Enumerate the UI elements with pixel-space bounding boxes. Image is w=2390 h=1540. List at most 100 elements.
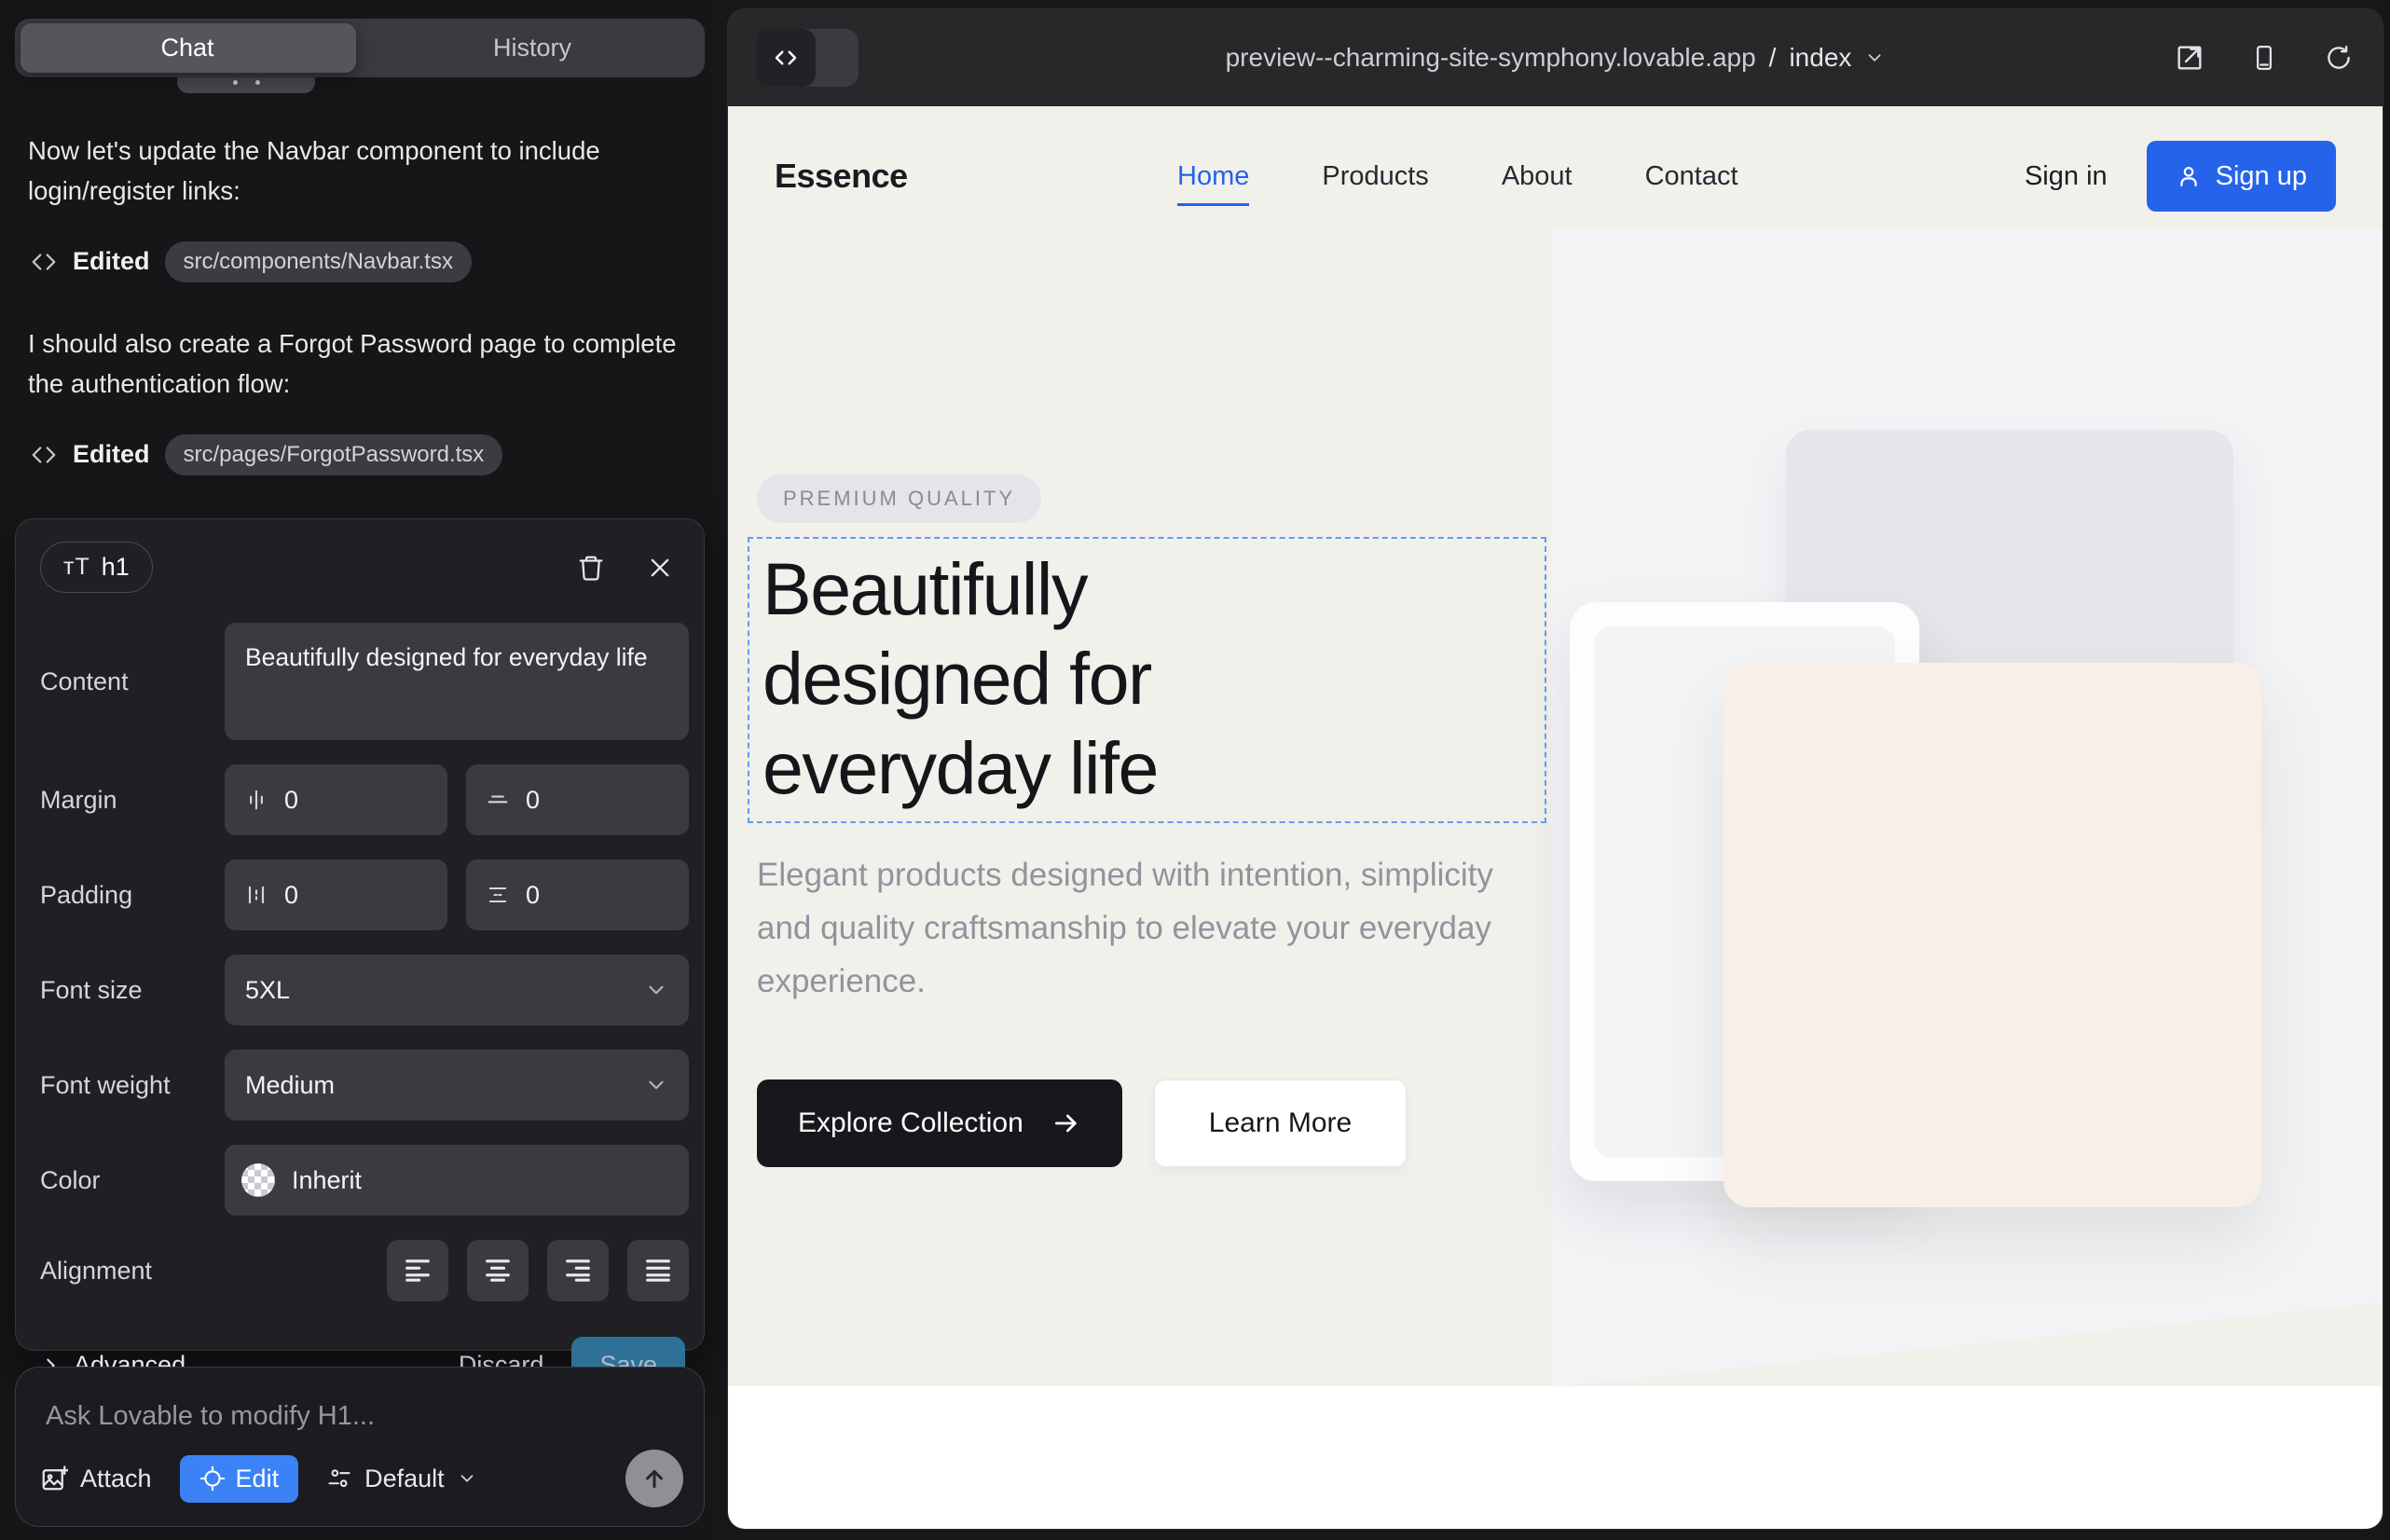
- composer-placeholder: Ask Lovable to modify H1...: [46, 1401, 375, 1432]
- hero-description: Elegant products designed with intention…: [757, 848, 1503, 1008]
- decorative-rectangle-cream: [1724, 663, 2261, 1207]
- font-weight-label: Font weight: [40, 1071, 225, 1100]
- preview-url[interactable]: preview--charming-site-symphony.lovable.…: [1226, 43, 1886, 73]
- assistant-message: Now let's update the Navbar component to…: [28, 131, 686, 212]
- color-label: Color: [40, 1166, 225, 1195]
- delete-element-button[interactable]: [575, 552, 607, 584]
- element-editor-panel: тT h1 Content Beautifully designed for e…: [15, 518, 705, 1351]
- align-justify-icon: [644, 1258, 672, 1284]
- chat-composer[interactable]: Ask Lovable to modify H1... Attach Edit …: [15, 1367, 705, 1527]
- attach-button[interactable]: Attach: [40, 1464, 152, 1493]
- learn-more-button[interactable]: Learn More: [1154, 1079, 1407, 1167]
- close-editor-button[interactable]: [644, 552, 676, 584]
- alignment-label: Alignment: [40, 1257, 225, 1286]
- element-tag-pill[interactable]: тT h1: [40, 542, 153, 593]
- nav-link-products[interactable]: Products: [1322, 161, 1428, 192]
- sign-up-button[interactable]: Sign up: [2147, 141, 2336, 212]
- tab-chat[interactable]: Chat: [15, 19, 360, 77]
- edited-label: Edited: [73, 247, 150, 276]
- lovable-app: Chat History Now let's update the Navbar…: [0, 0, 2390, 1540]
- margin-x-input[interactable]: 0: [225, 764, 447, 835]
- code-icon: [772, 44, 800, 72]
- mobile-view-button[interactable]: [2248, 42, 2280, 74]
- edit-mode-button[interactable]: Edit: [180, 1455, 299, 1503]
- type-icon: тT: [63, 554, 90, 581]
- font-size-label: Font size: [40, 976, 225, 1005]
- align-left-icon: [404, 1258, 432, 1284]
- tab-history[interactable]: History: [360, 19, 705, 77]
- nav-link-home[interactable]: Home: [1177, 161, 1249, 206]
- padding-y-input[interactable]: 0: [466, 859, 689, 930]
- premium-quality-badge: PREMIUM QUALITY: [757, 474, 1041, 523]
- url-path: index: [1789, 43, 1851, 73]
- open-in-new-tab-button[interactable]: [2174, 42, 2205, 74]
- align-right-button[interactable]: [547, 1240, 609, 1301]
- alignment-row: Alignment: [16, 1240, 704, 1301]
- edited-label: Edited: [73, 440, 150, 469]
- element-tag-label: h1: [102, 553, 130, 582]
- font-size-row: Font size 5XL: [16, 955, 704, 1025]
- chevron-down-icon: [1864, 48, 1885, 68]
- code-icon: [30, 441, 58, 469]
- align-center-button[interactable]: [467, 1240, 529, 1301]
- send-button[interactable]: [625, 1450, 683, 1507]
- content-label: Content: [40, 667, 225, 696]
- content-row: Content Beautifully designed for everyda…: [16, 623, 704, 740]
- chat-history-tabbar: Chat History: [15, 19, 705, 77]
- preview-window: preview--charming-site-symphony.lovable.…: [728, 9, 2383, 1529]
- color-picker-field[interactable]: Inherit: [225, 1145, 689, 1216]
- selected-element-outline[interactable]: Beautifully designed for everyday life: [748, 537, 1546, 823]
- padding-row: Padding 0 0: [16, 859, 704, 930]
- align-center-icon: [484, 1258, 512, 1284]
- explore-collection-button[interactable]: Explore Collection: [757, 1079, 1122, 1167]
- arrow-up-icon: [640, 1464, 668, 1492]
- sign-in-link[interactable]: Sign in: [2025, 161, 2108, 192]
- align-left-button[interactable]: [387, 1240, 448, 1301]
- code-toggle-knob: [756, 29, 816, 87]
- padding-label: Padding: [40, 881, 225, 910]
- sliders-icon: [326, 1465, 352, 1492]
- code-view-toggle[interactable]: [756, 29, 858, 87]
- mobile-device-icon: [2250, 43, 2278, 73]
- nav-link-contact[interactable]: Contact: [1645, 161, 1738, 192]
- preview-site: Essence Home Products About Contact Sign…: [728, 106, 2383, 1529]
- close-icon: [647, 555, 673, 581]
- external-link-icon: [2175, 43, 2205, 73]
- align-right-icon: [564, 1258, 592, 1284]
- url-domain: preview--charming-site-symphony.lovable.…: [1226, 43, 1756, 73]
- site-navbar: Essence Home Products About Contact Sign…: [728, 106, 2383, 246]
- chat-messages: Now let's update the Navbar component to…: [28, 131, 686, 516]
- preview-toolbar: preview--charming-site-symphony.lovable.…: [728, 9, 2383, 106]
- content-input[interactable]: Beautifully designed for everyday life: [225, 623, 689, 740]
- hero-heading[interactable]: Beautifully designed for everyday life: [762, 544, 1158, 813]
- site-nav-links: Home Products About Contact: [1177, 161, 1738, 192]
- nav-link-about[interactable]: About: [1502, 161, 1573, 192]
- margin-label: Margin: [40, 786, 225, 815]
- attach-image-icon: [40, 1464, 68, 1492]
- refresh-button[interactable]: [2323, 42, 2355, 74]
- edited-file-row[interactable]: Edited src/components/Navbar.tsx: [30, 241, 686, 282]
- align-justify-button[interactable]: [627, 1240, 689, 1301]
- code-icon: [30, 248, 58, 276]
- margin-y-input[interactable]: 0: [466, 764, 689, 835]
- file-chip[interactable]: src/pages/ForgotPassword.tsx: [165, 434, 503, 475]
- color-swatch: [241, 1163, 275, 1197]
- padding-horizontal-icon: [243, 882, 269, 908]
- chevron-down-icon: [457, 1468, 477, 1489]
- site-next-section: [728, 1386, 2383, 1529]
- font-size-select[interactable]: 5XL: [225, 955, 689, 1025]
- model-mode-select[interactable]: Default: [326, 1464, 477, 1493]
- padding-x-input[interactable]: 0: [225, 859, 447, 930]
- edited-file-row[interactable]: Edited src/pages/ForgotPassword.tsx: [30, 434, 686, 475]
- font-weight-select[interactable]: Medium: [225, 1050, 689, 1121]
- assistant-message: I should also create a Forgot Password p…: [28, 323, 686, 405]
- margin-vertical-icon: [485, 787, 511, 813]
- file-chip[interactable]: src/components/Navbar.tsx: [165, 241, 472, 282]
- chevron-down-icon: [644, 1073, 668, 1097]
- color-row: Color Inherit: [16, 1145, 704, 1216]
- target-icon: [199, 1465, 226, 1492]
- chat-sidebar: Chat History Now let's update the Navbar…: [0, 0, 713, 1540]
- editor-header: тT h1: [16, 519, 704, 598]
- scrolled-chip-fragment: [177, 77, 315, 93]
- site-logo[interactable]: Essence: [775, 157, 908, 196]
